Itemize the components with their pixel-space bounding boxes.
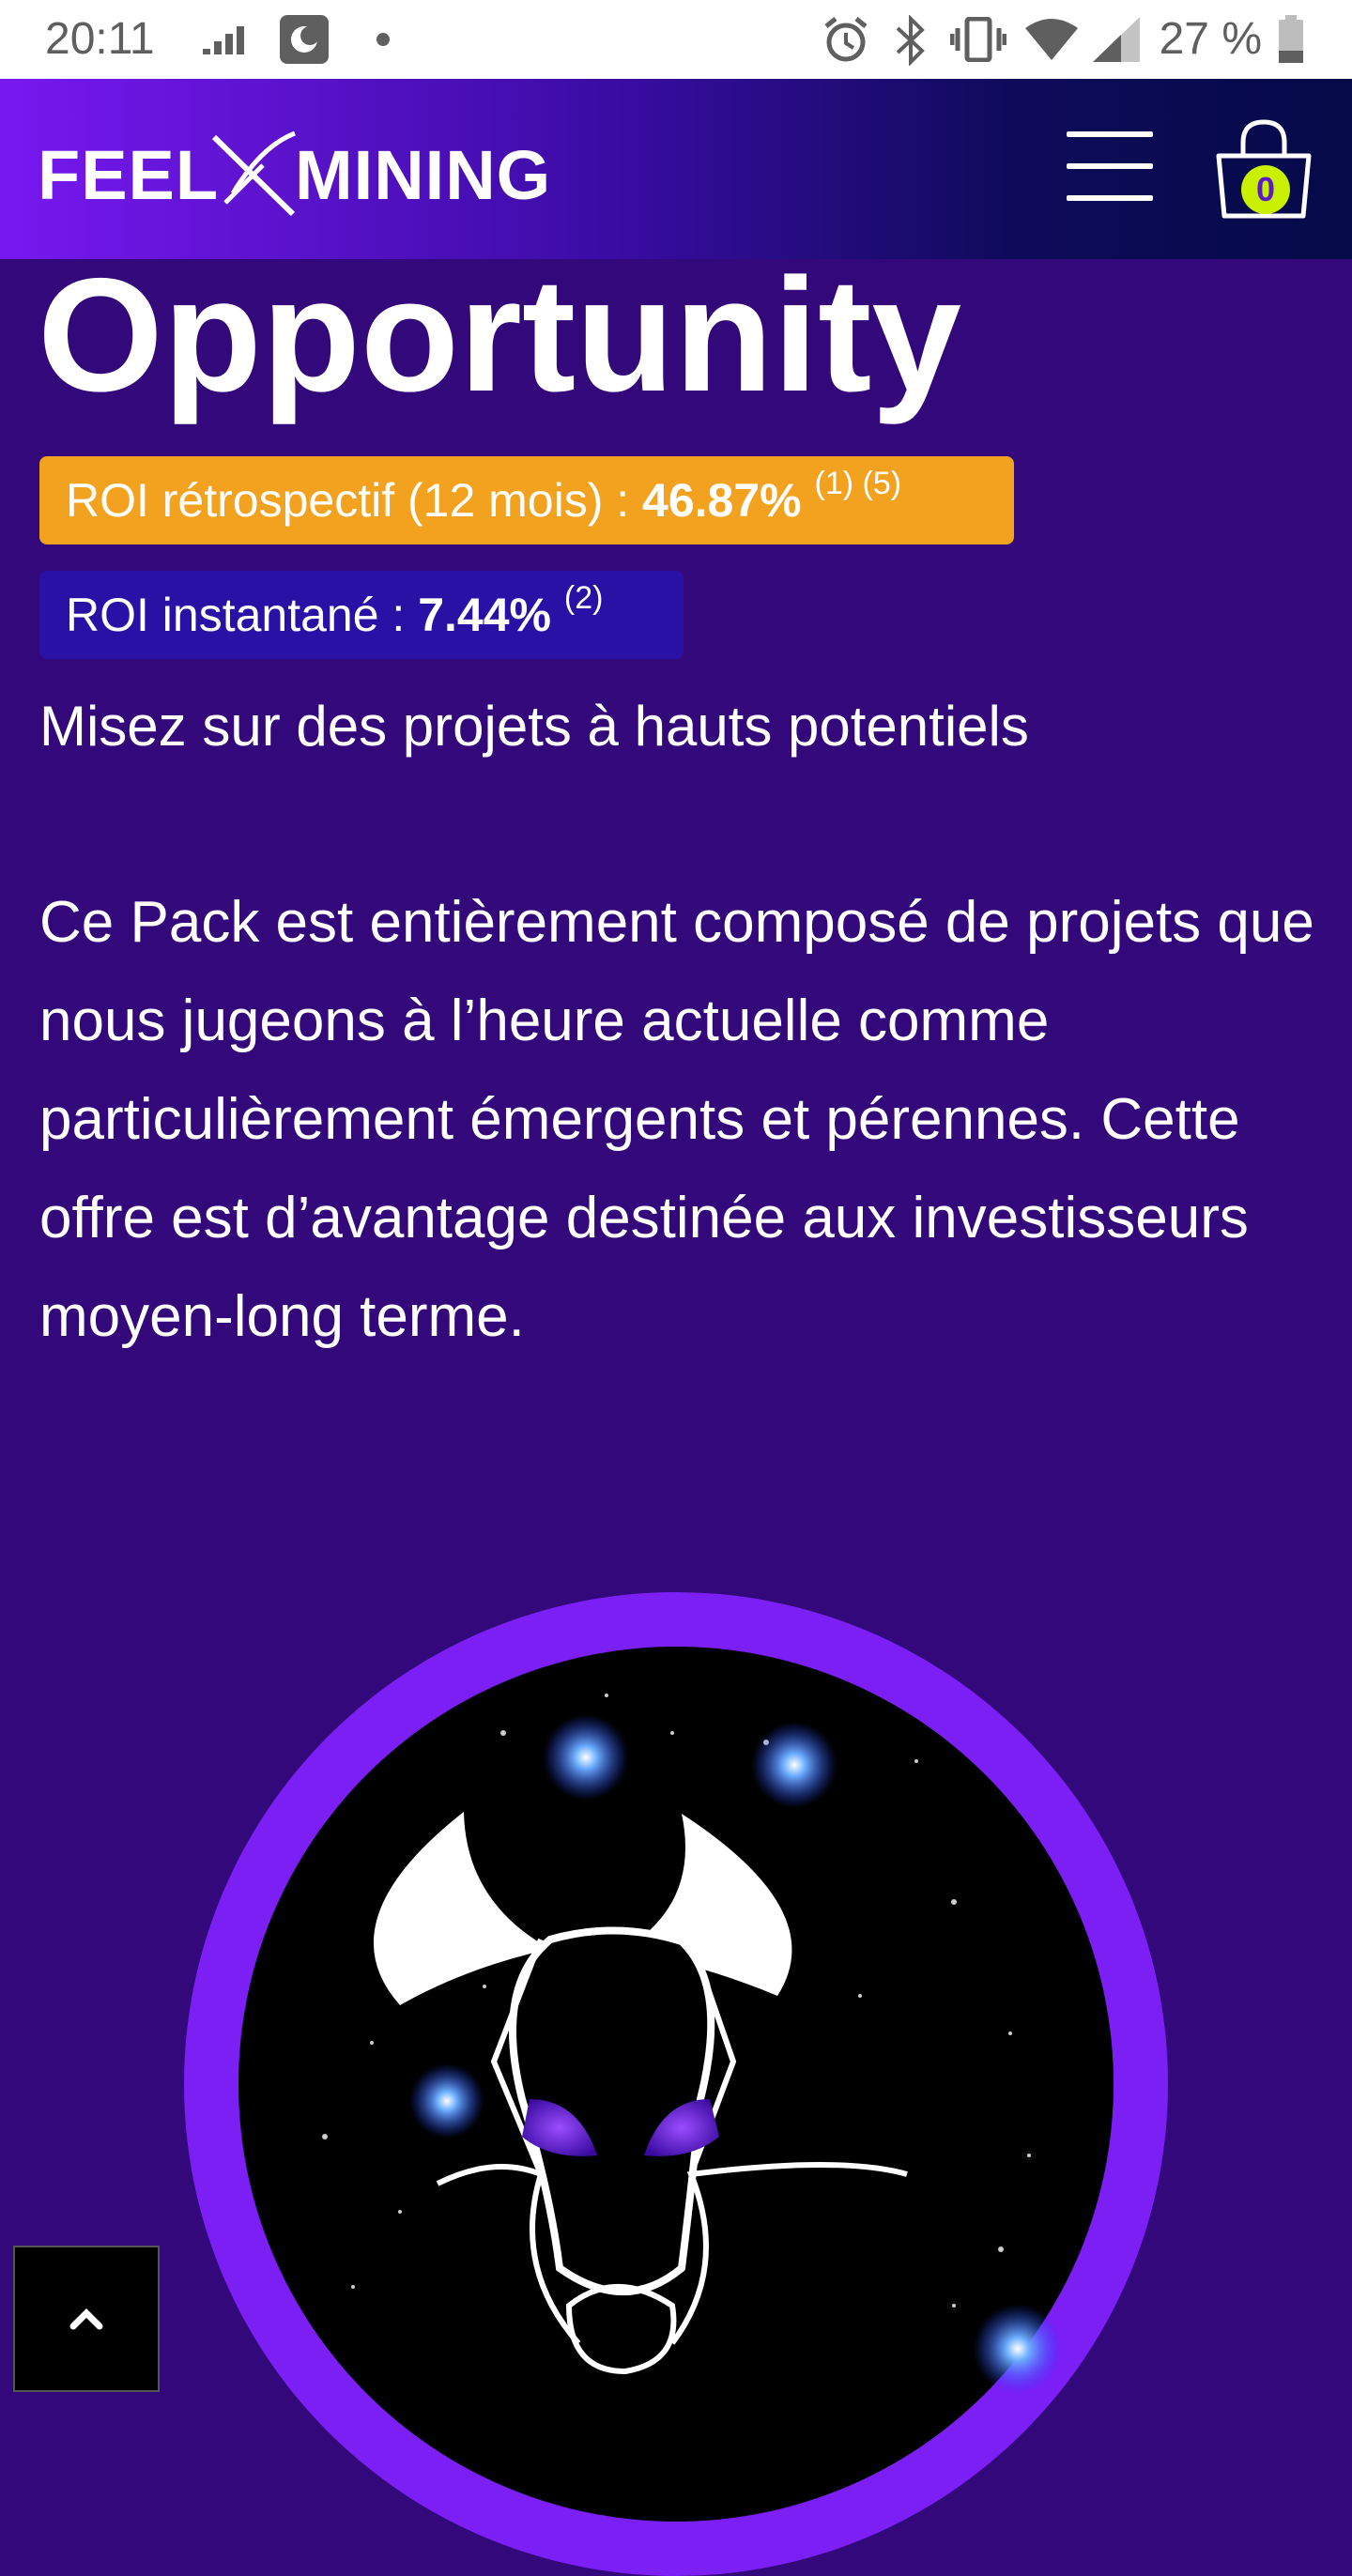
roi-retro-value: 46.87%: [642, 474, 802, 527]
roi-retro-notes[interactable]: (1) (5): [815, 466, 902, 501]
roi-retrospective-badge: ROI rétrospectif (12 mois) : 46.87% (1) …: [39, 456, 1014, 544]
app-icon: [280, 15, 329, 64]
roi-instant-badge: ROI instantané : 7.44% (2): [39, 571, 684, 659]
feel-mining-logo[interactable]: FEEL MINING: [38, 128, 563, 218]
pickaxe-logo-icon: [211, 130, 296, 217]
vibrate-icon: [950, 17, 1006, 62]
site-header: FEEL MINING 0: [0, 79, 1352, 259]
roi-instant-label: ROI instantané :: [66, 589, 419, 641]
cart-button[interactable]: 0: [1215, 118, 1313, 220]
logo-text-left: FEEL: [38, 136, 220, 214]
page-title: Opportunity: [38, 245, 962, 425]
battery-icon: [1279, 15, 1303, 63]
cell-signal-icon: [1093, 17, 1140, 62]
wifi-icon: [1025, 19, 1078, 60]
dot-icon: [376, 33, 390, 46]
menu-line-icon: [1067, 163, 1153, 169]
back-to-top-button[interactable]: [13, 2246, 160, 2392]
battery-percent: 27 %: [1159, 14, 1262, 64]
pack-description: Ce Pack est entièrement composé de proje…: [39, 890, 1314, 1349]
alarm-icon: [824, 17, 868, 62]
menu-line-icon: [1067, 131, 1153, 137]
roi-retro-label: ROI rétrospectif (12 mois) :: [66, 474, 643, 527]
roi-instant-notes[interactable]: (2): [564, 580, 604, 616]
signal-bars-icon: [203, 26, 244, 54]
status-bar: 20:11 27 %: [0, 0, 1352, 79]
bull-constellation-image: [184, 1592, 1168, 2576]
chevron-up-icon: [69, 2308, 103, 2330]
pack-subtitle: Misez sur des projets à hauts potentiels: [39, 695, 1029, 758]
bluetooth-icon: [896, 15, 925, 66]
cart-count-badge: 0: [1241, 165, 1290, 214]
logo-text-right: MINING: [295, 136, 552, 214]
status-time: 20:11: [45, 14, 155, 64]
hamburger-menu-button[interactable]: [1067, 128, 1153, 207]
menu-line-icon: [1067, 195, 1153, 201]
roi-instant-value: 7.44%: [418, 589, 551, 641]
